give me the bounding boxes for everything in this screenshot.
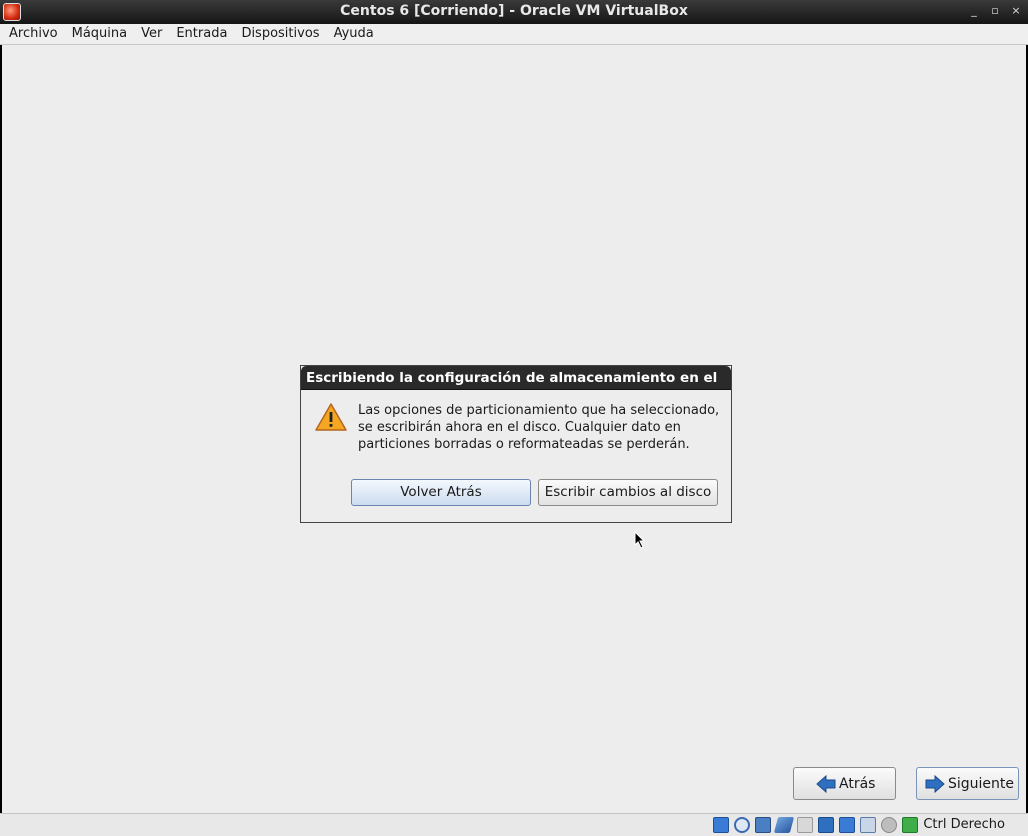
close-button[interactable]: ×: [1010, 4, 1022, 18]
video-capture-icon[interactable]: [839, 817, 855, 833]
dialog-title: Escribiendo la configuración de almacena…: [301, 366, 731, 390]
vm-display[interactable]: Escribiendo la configuración de almacena…: [2, 45, 1026, 813]
next-button[interactable]: Siguiente: [916, 767, 1019, 800]
virtualization-icon[interactable]: [860, 817, 876, 833]
back-button[interactable]: Atrás: [793, 767, 896, 800]
menu-entrada[interactable]: Entrada: [169, 24, 234, 44]
menu-dispositivos[interactable]: Dispositivos: [234, 24, 326, 44]
message-line: Las opciones de particionamiento que ha …: [358, 403, 720, 418]
usb-icon[interactable]: [773, 817, 795, 833]
warning-icon: [315, 403, 347, 431]
hard-disk-icon[interactable]: [713, 817, 729, 833]
menu-ver[interactable]: Ver: [134, 24, 169, 44]
menu-archivo[interactable]: Archivo: [2, 24, 65, 44]
shared-folders-icon[interactable]: [797, 817, 813, 833]
network-icon[interactable]: [755, 817, 771, 833]
status-icons: [713, 817, 918, 833]
window-title: Centos 6 [Corriendo] - Oracle VM Virtual…: [340, 3, 688, 19]
mouse-pointer-icon: [634, 531, 646, 549]
arrow-left-icon: [816, 774, 836, 793]
optical-drive-icon[interactable]: [734, 817, 750, 833]
display-icon[interactable]: [818, 817, 834, 833]
back-button-label: Atrás: [839, 775, 876, 792]
host-key-label: Ctrl Derecho: [923, 817, 1005, 832]
statusbar: Ctrl Derecho: [0, 813, 1028, 836]
storage-write-dialog: Escribiendo la configuración de almacena…: [300, 365, 732, 523]
window-controls: _ ▫ ×: [968, 4, 1022, 18]
write-changes-button[interactable]: Escribir cambios al disco: [538, 479, 718, 506]
host-key-icon[interactable]: [902, 817, 918, 833]
mouse-integration-icon[interactable]: [881, 817, 897, 833]
menubar: Archivo Máquina Ver Entrada Dispositivos…: [0, 24, 1028, 45]
menu-ayuda[interactable]: Ayuda: [327, 24, 381, 44]
window-titlebar[interactable]: Centos 6 [Corriendo] - Oracle VM Virtual…: [0, 0, 1028, 24]
maximize-button[interactable]: ▫: [989, 4, 1001, 18]
minimize-button[interactable]: _: [968, 4, 980, 18]
menu-maquina[interactable]: Máquina: [65, 24, 135, 44]
go-back-button[interactable]: Volver Atrás: [351, 479, 531, 506]
message-line: se escribirán ahora en el disco. Cualqui…: [358, 420, 681, 435]
next-button-label: Siguiente: [948, 775, 1015, 792]
arrow-right-icon: [925, 774, 945, 793]
dialog-message: Las opciones de particionamiento que ha …: [358, 402, 728, 453]
message-line: particiones borradas o reformateadas se …: [358, 437, 690, 452]
